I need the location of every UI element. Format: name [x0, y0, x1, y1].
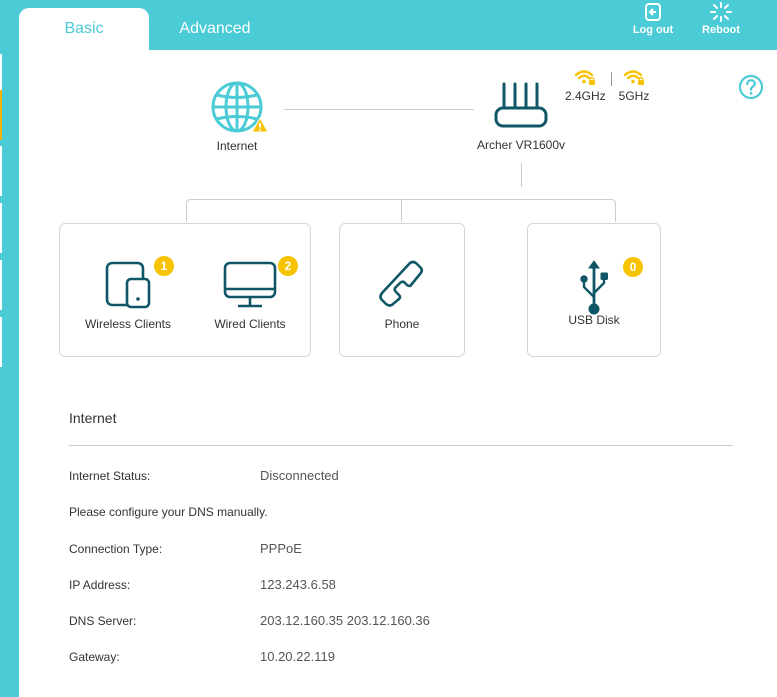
wifi-band-label: 2.4GHz — [565, 89, 606, 103]
usb-card[interactable]: USB Disk 0 — [527, 223, 661, 357]
wireless-clients-button[interactable]: Wireless Clients 1 — [80, 256, 176, 331]
phone-card[interactable]: Phone — [339, 223, 465, 357]
help-icon[interactable] — [738, 74, 764, 100]
wifi-band-5ghz[interactable]: 5GHz — [615, 68, 653, 103]
row-value: 203.12.160.35 203.12.160.36 — [260, 613, 430, 628]
sidebar — [0, 50, 19, 697]
dns-notice-row: Please configure your DNS manually. — [69, 505, 268, 519]
ip-address-row: IP Address: 123.243.6.58 — [69, 577, 336, 592]
internet-label: Internet — [216, 139, 258, 153]
dns-server-row: DNS Server: 203.12.160.35 203.12.160.36 — [69, 613, 430, 628]
tab-advanced[interactable]: Advanced — [150, 8, 280, 50]
connector-line — [521, 163, 522, 187]
dns-notice: Please configure your DNS manually. — [69, 505, 268, 519]
wifi-separator — [611, 72, 612, 86]
row-key: DNS Server: — [69, 614, 137, 628]
phone-label: Phone — [384, 317, 420, 331]
sidebar-item[interactable] — [0, 146, 2, 196]
wireless-clients-count: 1 — [154, 256, 174, 276]
reboot-button[interactable]: Reboot — [691, 2, 751, 42]
sidebar-item-active[interactable] — [0, 90, 2, 140]
sidebar-item[interactable] — [0, 317, 2, 367]
row-key: Connection Type: — [69, 542, 163, 556]
connector-line — [284, 109, 474, 110]
row-value: PPPoE — [260, 541, 302, 556]
row-key: Gateway: — [69, 650, 120, 664]
warning-icon — [251, 117, 269, 133]
internet-node[interactable] — [209, 80, 269, 140]
wifi-locked-icon — [623, 70, 644, 85]
sidebar-item[interactable] — [0, 203, 2, 253]
usb-disk-label: USB Disk — [568, 313, 620, 327]
section-divider — [69, 445, 733, 446]
section-title: Internet — [69, 410, 117, 426]
row-key: Internet Status: — [69, 469, 151, 483]
gateway-row: Gateway: 10.20.22.119 — [69, 649, 335, 664]
reboot-icon — [710, 2, 732, 22]
reboot-label: Reboot — [702, 24, 740, 36]
wired-clients-count: 2 — [278, 256, 298, 276]
tab-basic[interactable]: Basic — [19, 8, 149, 50]
wired-clients-button[interactable]: Wired Clients 2 — [205, 256, 298, 331]
row-value: 123.243.6.58 — [260, 577, 336, 592]
router-icon[interactable] — [493, 82, 549, 130]
clients-card: Wireless Clients 1 Wired Clients 2 — [59, 223, 311, 357]
logout-button[interactable]: Log out — [623, 2, 683, 42]
phone-icon — [379, 260, 424, 307]
wireless-clients-label: Wireless Clients — [84, 317, 171, 331]
wireless-device-icon — [105, 261, 151, 309]
usb-icon — [580, 260, 608, 315]
top-bar: Basic Advanced Log out Reboot — [0, 0, 777, 50]
logout-label: Log out — [632, 24, 674, 36]
row-value: Disconnected — [260, 468, 339, 483]
logout-icon — [645, 3, 661, 21]
usb-disk-button[interactable]: USB Disk 0 — [544, 257, 644, 327]
row-key: IP Address: — [69, 578, 131, 592]
wifi-band-label: 5GHz — [618, 89, 650, 103]
usb-disk-count: 0 — [623, 257, 643, 277]
main-panel: Internet Archer VR1600v 2.4GHz 5GHz Wire… — [19, 50, 777, 697]
sidebar-item[interactable] — [0, 260, 2, 310]
connection-type-row: Connection Type: PPPoE — [69, 541, 302, 556]
row-value: 10.20.22.119 — [260, 649, 335, 664]
phone-button[interactable]: Phone — [352, 259, 452, 331]
wired-clients-label: Wired Clients — [214, 317, 286, 331]
monitor-icon — [223, 261, 277, 308]
router-label: Archer VR1600v — [476, 138, 566, 152]
wifi-band-2.4ghz[interactable]: 2.4GHz — [565, 68, 606, 103]
internet-status-row: Internet Status: Disconnected — [69, 468, 339, 483]
wifi-locked-icon — [574, 70, 595, 85]
